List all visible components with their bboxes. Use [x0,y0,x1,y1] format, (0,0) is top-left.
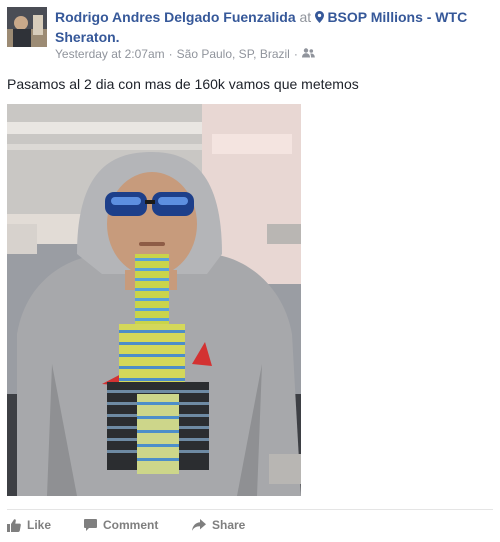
timestamp-link[interactable]: Yesterday at 2:07am [55,46,165,62]
post-meta: Yesterday at 2:07am · São Paulo, SP, Bra… [55,46,315,62]
author-name-link[interactable]: Rodrigo Andres Delgado Fuenzalida [55,9,296,25]
meta-separator: · [168,47,173,61]
share-button[interactable]: Share [192,518,245,532]
action-divider [7,509,493,510]
meta-separator-2: · [293,47,298,61]
post-header: Rodrigo Andres Delgado Fuenzalida at BSO… [55,8,495,47]
thumbs-up-icon [7,518,21,532]
city-link[interactable]: São Paulo, SP, Brazil [177,46,290,62]
at-text: at [299,9,312,25]
comment-button[interactable]: Comment [84,518,192,532]
photo-illustration [7,104,301,496]
action-bar: Like Comment Share [7,515,245,535]
comment-label: Comment [103,518,159,532]
author-avatar[interactable] [7,7,47,47]
like-label: Like [27,518,52,532]
comment-icon [84,519,97,531]
friends-icon[interactable] [301,46,315,62]
like-button[interactable]: Like [7,518,84,532]
location-pin-icon [315,11,327,25]
share-label: Share [212,518,246,532]
share-icon [192,519,206,531]
post-text: Pasamos al 2 dia con mas de 160k vamos q… [7,76,359,92]
post-photo[interactable] [7,104,301,496]
